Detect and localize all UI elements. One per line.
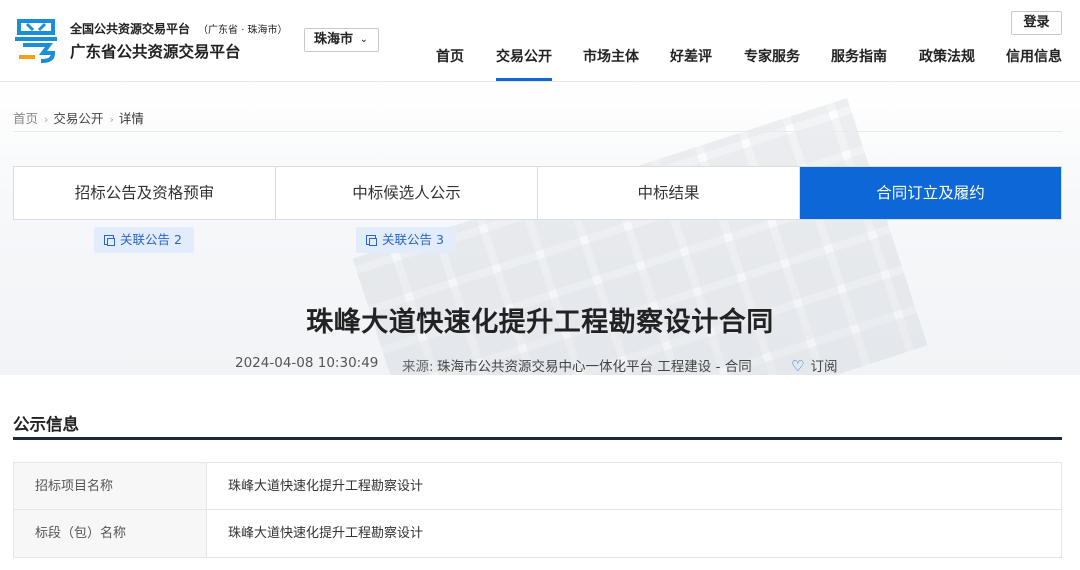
copy-icon bbox=[104, 235, 115, 246]
site-header: 全国公共资源交易平台 （广东省 · 珠海市） 广东省公共资源交易平台 珠海市 ⌄ … bbox=[0, 0, 1080, 82]
related-notice-tag-2[interactable]: 关联公告 2 bbox=[94, 227, 194, 253]
row-key: 招标项目名称 bbox=[14, 463, 207, 509]
tab-contract[interactable]: 合同订立及履约 bbox=[800, 167, 1061, 219]
nav-item-reviews[interactable]: 好差评 bbox=[670, 47, 712, 81]
nav-item-credit-info[interactable]: 信用信息 bbox=[1006, 47, 1062, 81]
breadcrumb-trading[interactable]: 交易公开 bbox=[53, 111, 103, 126]
breadcrumb-current: 详情 bbox=[118, 111, 144, 126]
login-button[interactable]: 登录 bbox=[1011, 11, 1062, 35]
nav-item-home[interactable]: 首页 bbox=[436, 47, 464, 81]
table-row: 标段（包）名称 珠峰大道快速化提升工程勘察设计 bbox=[14, 510, 1061, 557]
platform-region: （广东省 · 珠海市） bbox=[198, 25, 288, 36]
tab-award-result[interactable]: 中标结果 bbox=[538, 167, 800, 219]
chevron-right-icon: › bbox=[44, 113, 49, 126]
info-table: 招标项目名称 珠峰大道快速化提升工程勘察设计 标段（包）名称 珠峰大道快速化提升… bbox=[13, 462, 1062, 558]
page-title: 珠峰大道快速化提升工程勘察设计合同 bbox=[306, 307, 774, 338]
row-key: 标段（包）名称 bbox=[14, 510, 207, 557]
platform-name: 全国公共资源交易平台 （广东省 · 珠海市） bbox=[70, 22, 288, 36]
tab-candidate-publicity[interactable]: 中标候选人公示 bbox=[276, 167, 538, 219]
nav-item-service-guide[interactable]: 服务指南 bbox=[831, 47, 887, 81]
stage-tabs: 招标公告及资格预审 中标候选人公示 中标结果 合同订立及履约 bbox=[13, 166, 1062, 220]
main-nav: 首页 交易公开 市场主体 好差评 专家服务 服务指南 政策法规 信用信息 bbox=[0, 47, 1080, 81]
divider bbox=[13, 131, 1062, 132]
nav-item-market-entities[interactable]: 市场主体 bbox=[583, 47, 639, 81]
publish-datetime: 2024-04-08 10:30:49 bbox=[235, 355, 379, 371]
source-label: 来源: bbox=[402, 359, 434, 375]
row-value: 珠峰大道快速化提升工程勘察设计 bbox=[228, 526, 424, 541]
nav-item-policies[interactable]: 政策法规 bbox=[919, 47, 975, 81]
section-divider bbox=[13, 437, 1062, 440]
subscribe-button[interactable]: ♡ 订阅 bbox=[791, 355, 837, 375]
row-value: 珠峰大道快速化提升工程勘察设计 bbox=[228, 479, 424, 494]
copy-icon bbox=[366, 235, 377, 246]
breadcrumb-home[interactable]: 首页 bbox=[13, 111, 38, 126]
section-title: 公示信息 bbox=[13, 415, 79, 434]
source-text: 珠海市公共资源交易中心一体化平台 工程建设 - 合同 bbox=[437, 359, 752, 375]
nav-item-trading[interactable]: 交易公开 bbox=[496, 47, 552, 81]
tab-tender-notice[interactable]: 招标公告及资格预审 bbox=[14, 167, 276, 219]
table-row: 招标项目名称 珠峰大道快速化提升工程勘察设计 bbox=[14, 463, 1061, 510]
breadcrumb: 首页 › 交易公开 › 详情 bbox=[13, 108, 148, 127]
heart-icon: ♡ bbox=[791, 357, 805, 375]
nav-item-expert-services[interactable]: 专家服务 bbox=[744, 47, 800, 81]
city-select-value: 珠海市 bbox=[314, 32, 354, 47]
related-notice-tag-3[interactable]: 关联公告 3 bbox=[356, 227, 456, 253]
chevron-right-icon: › bbox=[109, 113, 114, 126]
